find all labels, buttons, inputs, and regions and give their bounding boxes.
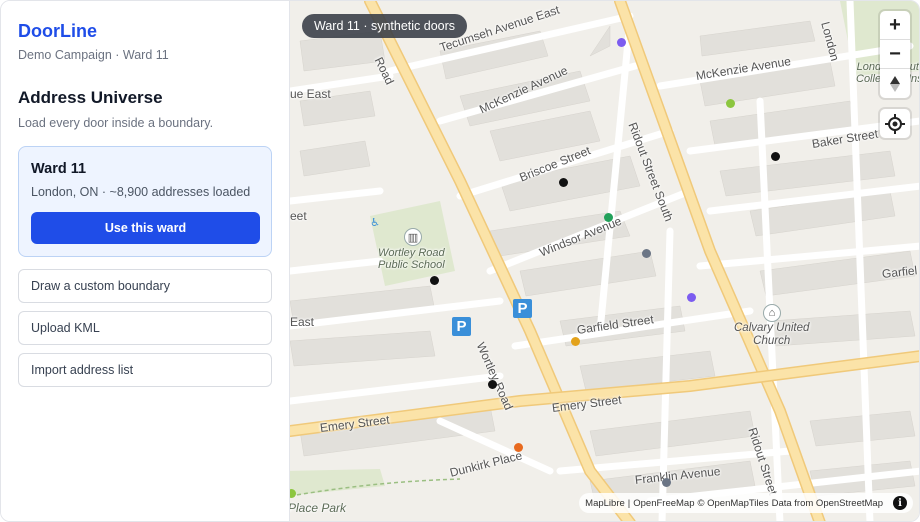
compass-button[interactable] <box>880 69 910 98</box>
door-marker[interactable] <box>616 37 626 47</box>
draw-boundary-button[interactable]: Draw a custom boundary <box>18 269 272 303</box>
geolocate-button[interactable] <box>880 109 910 138</box>
section-description: Load every door inside a boundary. <box>18 116 214 130</box>
section-title: Address Universe <box>18 88 163 107</box>
door-marker[interactable] <box>603 212 613 222</box>
zoom-controls: + − <box>880 11 910 98</box>
parking-icon[interactable]: P <box>513 299 532 318</box>
door-marker[interactable] <box>725 98 735 108</box>
street-label-east-mid: East <box>290 315 315 329</box>
openfreemap-link[interactable]: OpenFreeMap <box>633 498 694 509</box>
import-address-list-button[interactable]: Import address list <box>18 353 272 387</box>
crosshair-icon <box>885 113 905 134</box>
door-marker[interactable] <box>686 292 696 302</box>
school-icon[interactable]: ▥ <box>404 228 422 246</box>
church-label: Calvary United Church <box>734 322 810 347</box>
church-icon[interactable]: ⌂ <box>763 304 781 322</box>
osm-link[interactable]: Data from OpenStreetMap <box>772 498 883 509</box>
openmaptiles-link[interactable]: © OpenMapTiles <box>698 498 769 509</box>
ward-name: Ward 11 <box>31 161 87 177</box>
street-label-east-left: eet <box>290 209 307 223</box>
school-label: Wortley Road Public School <box>378 247 445 271</box>
door-marker[interactable] <box>558 177 568 187</box>
door-marker[interactable] <box>487 379 497 389</box>
app-window: DoorLine Demo Campaign · Ward 11 Address… <box>0 0 920 522</box>
zoom-out-button[interactable]: − <box>880 40 910 69</box>
door-marker[interactable] <box>570 336 580 346</box>
accessibility-icon[interactable]: ♿ <box>366 213 384 231</box>
park-label: Place Park <box>290 501 347 515</box>
sidebar: DoorLine Demo Campaign · Ward 11 Address… <box>1 1 290 521</box>
map-attribution: MapLibre | OpenFreeMap © OpenMapTiles Da… <box>579 493 913 513</box>
maplibre-link[interactable]: MapLibre <box>585 498 625 509</box>
upload-kml-button[interactable]: Upload KML <box>18 311 272 345</box>
door-marker[interactable] <box>290 488 296 498</box>
compass-icon <box>890 75 900 92</box>
use-ward-button[interactable]: Use this ward <box>31 212 260 244</box>
door-marker[interactable] <box>429 275 439 285</box>
parking-icon[interactable]: P <box>452 317 471 336</box>
ward-card[interactable]: Ward 11 London, ON · ~8,900 addresses lo… <box>18 146 272 257</box>
map-status-chip: Ward 11 · synthetic doors <box>302 14 468 38</box>
map-canvas[interactable]: Tecumseh Avenue East McKenzie Avenue McK… <box>290 1 919 521</box>
info-icon[interactable]: i <box>893 496 907 510</box>
brand-logo[interactable]: DoorLine <box>18 21 272 42</box>
campaign-subtitle: Demo Campaign · Ward 11 <box>18 48 169 62</box>
door-marker[interactable] <box>661 477 671 487</box>
street-label-east-top: ue East <box>290 87 331 101</box>
door-marker[interactable] <box>641 248 651 258</box>
attribution-separator: | <box>627 497 631 509</box>
door-marker[interactable] <box>513 442 523 452</box>
door-marker[interactable] <box>770 151 780 161</box>
ward-meta: London, ON · ~8,900 addresses loaded <box>31 185 251 199</box>
zoom-in-button[interactable]: + <box>880 11 910 40</box>
